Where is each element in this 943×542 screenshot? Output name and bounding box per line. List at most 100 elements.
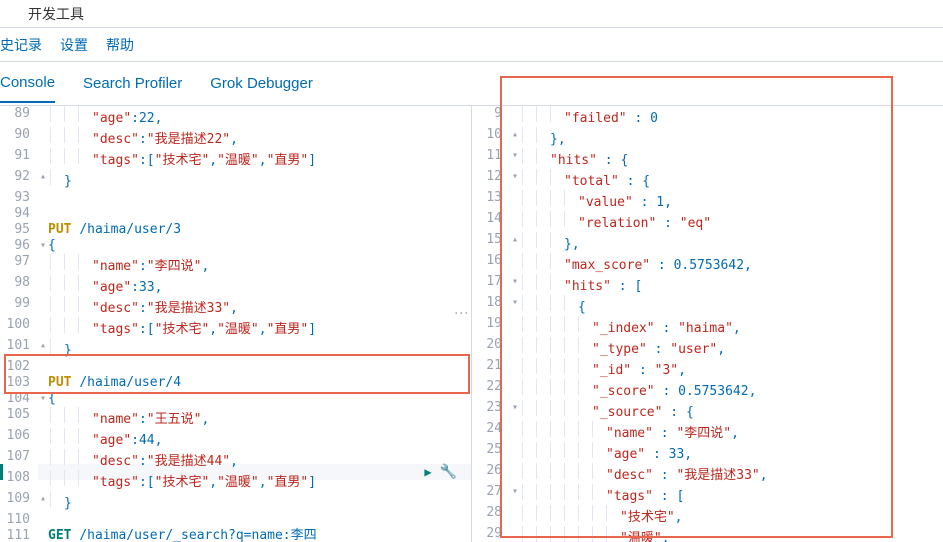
fold-icon[interactable]: ▾	[510, 169, 520, 190]
code-line[interactable]: 23▾"_source" : {	[472, 400, 943, 421]
code-line[interactable]: 109▴}	[0, 491, 471, 512]
fold-icon[interactable]: ▾	[38, 391, 48, 407]
wrench-icon[interactable]: 🔧	[440, 464, 457, 480]
code-line[interactable]: 89"age":22,	[0, 106, 471, 127]
indent-guide	[536, 526, 550, 542]
line-number: 25	[472, 442, 510, 463]
code-line[interactable]: 99"desc":"我是描述33",	[0, 296, 471, 317]
code-line[interactable]: 18▾{	[472, 295, 943, 316]
fold-icon[interactable]: ▴	[510, 232, 520, 253]
run-icon[interactable]: ▶	[424, 464, 431, 480]
menubar-settings[interactable]: 设置	[60, 35, 88, 55]
fold-icon[interactable]: ▴	[38, 491, 48, 512]
code-content: "hits" : [	[520, 274, 943, 295]
fold-icon[interactable]: ▾	[510, 274, 520, 295]
line-number: 101	[0, 338, 38, 359]
code-line[interactable]: 92▴}	[0, 169, 471, 190]
code-line[interactable]: 96▾{	[0, 238, 471, 254]
code-line[interactable]: 17▾"hits" : [	[472, 274, 943, 295]
fold-icon[interactable]: ▾	[510, 484, 520, 505]
code-line[interactable]: 101▴}	[0, 338, 471, 359]
indent-guide	[564, 463, 578, 479]
indent-guide	[550, 379, 564, 395]
resize-handle-icon[interactable]: ⋮	[453, 306, 469, 320]
indent-guide	[50, 127, 64, 143]
indent-guide	[522, 211, 536, 227]
fold-icon	[510, 463, 520, 484]
response-viewer[interactable]: 9"failed" : 010▴},11▾"hits" : {12▾"total…	[472, 106, 943, 542]
code-content: "failed" : 0	[520, 106, 943, 127]
indent-guide	[536, 463, 550, 479]
code-line[interactable]: 28"技术宅",	[472, 505, 943, 526]
code-content: "温暖",	[520, 526, 943, 542]
code-line[interactable]: 106"age":44,	[0, 428, 471, 449]
current-line-indicator	[0, 464, 3, 480]
code-line[interactable]: 20"_type" : "user",	[472, 337, 943, 358]
code-line[interactable]: 91"tags":["技术宅","温暖","直男"]	[0, 148, 471, 169]
code-line[interactable]: 108"tags":["技术宅","温暖","直男"]	[0, 470, 471, 491]
fold-icon	[38, 470, 48, 491]
line-number: 24	[472, 421, 510, 442]
code-line[interactable]: 97"name":"李四说",	[0, 254, 471, 275]
code-line[interactable]: 11▾"hits" : {	[472, 148, 943, 169]
fold-icon[interactable]: ▾	[510, 148, 520, 169]
indent-guide	[522, 316, 536, 332]
tab-grok-debugger[interactable]: Grok Debugger	[210, 65, 313, 102]
indent-guide	[522, 358, 536, 374]
code-line[interactable]: 9"failed" : 0	[472, 106, 943, 127]
code-line[interactable]: 19"_index" : "haima",	[472, 316, 943, 337]
indent-guide	[522, 232, 536, 248]
indent-guide	[564, 316, 578, 332]
code-line[interactable]: 102	[0, 359, 471, 375]
code-content	[48, 512, 471, 528]
code-line[interactable]: 104▾{	[0, 391, 471, 407]
code-line[interactable]: 107"desc":"我是描述44",	[0, 449, 471, 470]
code-line[interactable]: 103PUT /haima/user/4	[0, 375, 471, 391]
indent-guide	[550, 211, 564, 227]
fold-icon[interactable]: ▾	[510, 295, 520, 316]
code-line[interactable]: 26"desc" : "我是描述33",	[472, 463, 943, 484]
code-line[interactable]: 100"tags":["技术宅","温暖","直男"]	[0, 317, 471, 338]
fold-icon	[38, 528, 48, 542]
indent-guide	[522, 505, 536, 521]
fold-icon[interactable]: ▴	[38, 169, 48, 190]
menubar-history[interactable]: 史记录	[0, 35, 42, 55]
code-line[interactable]: 24"name" : "李四说",	[472, 421, 943, 442]
code-line[interactable]: 110	[0, 512, 471, 528]
menubar-help[interactable]: 帮助	[106, 35, 134, 55]
indent-guide	[64, 106, 78, 122]
fold-icon[interactable]: ▴	[510, 127, 520, 148]
code-line[interactable]: 12▾"total" : {	[472, 169, 943, 190]
tab-search-profiler[interactable]: Search Profiler	[83, 65, 182, 102]
fold-icon	[38, 190, 48, 206]
indent-guide	[50, 449, 64, 465]
code-line[interactable]: 16"max_score" : 0.5753642,	[472, 253, 943, 274]
code-line[interactable]: 10▴},	[472, 127, 943, 148]
code-line[interactable]: 25"age" : 33,	[472, 442, 943, 463]
code-line[interactable]: 22"_score" : 0.5753642,	[472, 379, 943, 400]
code-content: "total" : {	[520, 169, 943, 190]
code-line[interactable]: 14"relation" : "eq"	[472, 211, 943, 232]
request-editor[interactable]: ▶ 🔧 ⋮ 89"age":22,90"desc":"我是描述22",91"ta…	[0, 106, 472, 542]
code-line[interactable]: 94	[0, 206, 471, 222]
code-line[interactable]: 105"name":"王五说",	[0, 407, 471, 428]
fold-icon[interactable]: ▾	[510, 400, 520, 421]
code-line[interactable]: 93	[0, 190, 471, 206]
code-line[interactable]: 98"age":33,	[0, 275, 471, 296]
fold-icon[interactable]: ▾	[38, 238, 48, 254]
tab-console[interactable]: Console	[0, 64, 55, 103]
indent-guide	[550, 463, 564, 479]
code-line[interactable]: 111GET /haima/user/_search?q=name:李四	[0, 528, 471, 542]
code-line[interactable]: 21"_id" : "3",	[472, 358, 943, 379]
indent-guide	[536, 169, 550, 185]
fold-icon	[510, 337, 520, 358]
code-line[interactable]: 90"desc":"我是描述22",	[0, 127, 471, 148]
code-line[interactable]: 27▾"tags" : [	[472, 484, 943, 505]
fold-icon[interactable]: ▴	[38, 338, 48, 359]
line-number: 104	[0, 391, 38, 407]
indent-guide	[550, 169, 564, 185]
code-line[interactable]: 95PUT /haima/user/3	[0, 222, 471, 238]
code-line[interactable]: 29"温暖",	[472, 526, 943, 542]
code-line[interactable]: 15▴},	[472, 232, 943, 253]
code-line[interactable]: 13"value" : 1,	[472, 190, 943, 211]
